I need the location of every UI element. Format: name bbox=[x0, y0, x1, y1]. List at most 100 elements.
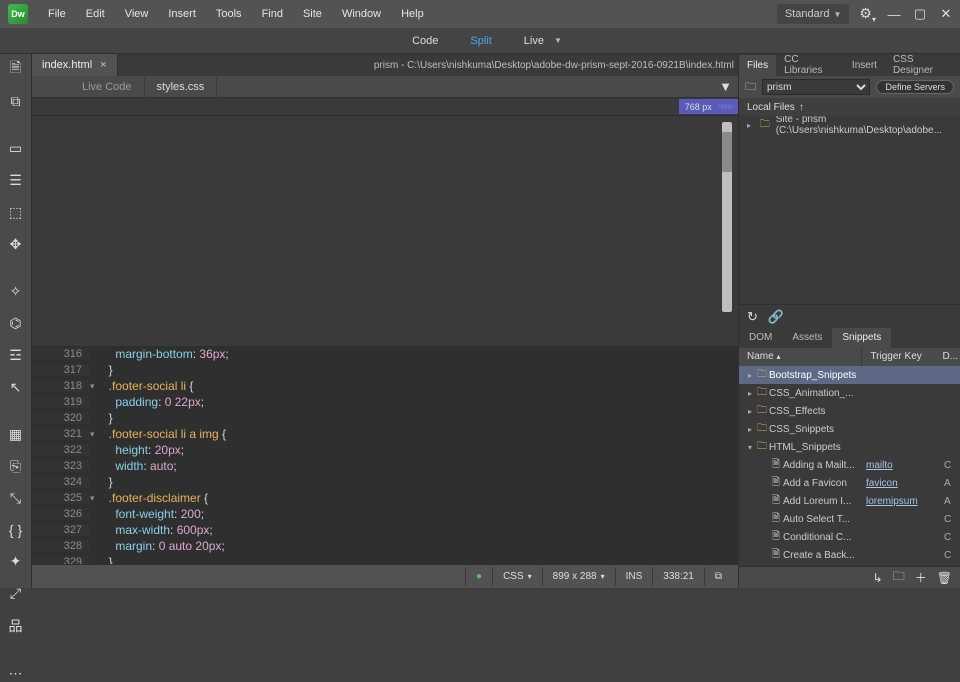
disclosure-triangle-icon[interactable]: ▾ bbox=[745, 443, 755, 452]
code-content[interactable]: } bbox=[100, 363, 113, 377]
local-files-header[interactable]: Local Files ↑ bbox=[739, 98, 960, 116]
code-content[interactable]: width: auto; bbox=[100, 459, 177, 473]
code-line[interactable]: 324 } bbox=[32, 474, 738, 490]
code-line[interactable]: 328 margin: 0 auto 20px; bbox=[32, 538, 738, 554]
code-line[interactable]: 329 } bbox=[32, 554, 738, 564]
document-tab[interactable]: index.html × bbox=[32, 54, 118, 76]
close-tab-icon[interactable]: × bbox=[100, 59, 106, 71]
snippet-row[interactable]: 🗎Auto Select T...C bbox=[739, 510, 960, 528]
code-editor[interactable]: 316 margin-bottom: 36px;317 }318▾ .foote… bbox=[32, 346, 738, 564]
define-servers-button[interactable]: Define Servers bbox=[876, 80, 954, 94]
disclosure-triangle-icon[interactable]: ▸ bbox=[745, 371, 755, 380]
site-root-row[interactable]: ▸ 🗀 Site - prism (C:\Users\nishkuma\Desk… bbox=[739, 116, 960, 134]
snippet-row[interactable]: 🗎Conditional C...C bbox=[739, 528, 960, 546]
code-content[interactable]: margin: 0 auto 20px; bbox=[100, 539, 225, 553]
filter-icon[interactable]: ▼ bbox=[719, 79, 732, 94]
insert-snippet-icon[interactable]: ↳ bbox=[873, 571, 883, 585]
disclosure-triangle-icon[interactable]: ▸ bbox=[745, 425, 755, 434]
col-trigger[interactable]: Trigger Key bbox=[862, 348, 940, 366]
tab-dom[interactable]: DOM bbox=[739, 328, 782, 348]
snippet-row[interactable]: 🗎Add a FaviconfaviconA bbox=[739, 474, 960, 492]
code-content[interactable]: .footer-social li { bbox=[100, 379, 193, 393]
fold-toggle-icon[interactable]: ▾ bbox=[90, 381, 100, 392]
image-icon[interactable]: ▦ bbox=[7, 426, 25, 443]
files-tree[interactable]: ▸ 🗀 Site - prism (C:\Users\nishkuma\Desk… bbox=[739, 116, 960, 304]
code-line[interactable]: 321▾ .footer-social li a img { bbox=[32, 426, 738, 442]
code-content[interactable]: height: 20px; bbox=[100, 443, 184, 457]
col-name[interactable]: Name ▴ bbox=[739, 348, 862, 366]
expand-icon[interactable]: ⤢ bbox=[7, 585, 25, 602]
chevron-down-icon[interactable]: ▼ bbox=[554, 36, 562, 45]
file-icon[interactable]: 🗎 bbox=[7, 60, 25, 78]
manage-icon[interactable]: ⧉ bbox=[7, 93, 25, 110]
menu-window[interactable]: Window bbox=[332, 2, 391, 26]
menu-find[interactable]: Find bbox=[252, 2, 293, 26]
snippets-folder-row[interactable]: ▸🗀Bootstrap_Snippets bbox=[739, 366, 960, 384]
snippets-folder-row[interactable]: ▸🗀CSS_Snippets bbox=[739, 420, 960, 438]
code-content[interactable]: .footer-social li a img { bbox=[100, 427, 226, 441]
device-preview-icon[interactable]: ⧉ bbox=[704, 567, 732, 586]
code-line[interactable]: 323 width: auto; bbox=[32, 458, 738, 474]
tab-insert[interactable]: Insert bbox=[844, 55, 885, 76]
snippets-folder-row[interactable]: ▸🗀CSS_Effects bbox=[739, 402, 960, 420]
view-code-button[interactable]: Code bbox=[398, 30, 452, 52]
snippets-folder-row[interactable]: ▸🗀CSS_Animation_... bbox=[739, 384, 960, 402]
scrollbar-thumb[interactable] bbox=[722, 132, 732, 172]
close-icon[interactable]: ✕ bbox=[940, 8, 952, 20]
code-content[interactable]: } bbox=[100, 555, 113, 564]
screen-icon[interactable]: ▭ bbox=[7, 140, 25, 157]
maximize-icon[interactable]: ▢ bbox=[914, 8, 926, 20]
link-icon[interactable]: ⎘ bbox=[7, 458, 25, 475]
snippet-row[interactable]: 🗎Create a Back...C bbox=[739, 546, 960, 564]
insert-mode[interactable]: INS bbox=[615, 567, 653, 586]
disclosure-triangle-icon[interactable]: ▸ bbox=[747, 121, 754, 130]
minimize-icon[interactable]: — bbox=[888, 8, 900, 20]
col-description[interactable]: D... bbox=[940, 348, 960, 366]
disclosure-triangle-icon[interactable]: ▸ bbox=[745, 389, 755, 398]
code-content[interactable]: max-width: 600px; bbox=[100, 523, 213, 537]
move-icon[interactable]: ⤡ bbox=[7, 490, 25, 507]
link-icon[interactable]: 🔗 bbox=[768, 309, 784, 325]
code-line[interactable]: 316 margin-bottom: 36px; bbox=[32, 346, 738, 362]
new-snippet-icon[interactable]: ＋ bbox=[915, 569, 927, 586]
snippet-row[interactable]: 🗎Add Loreum I...loremipsumA bbox=[739, 492, 960, 510]
code-content[interactable]: padding: 0 22px; bbox=[100, 395, 204, 409]
code-brackets-icon[interactable]: { } bbox=[7, 522, 25, 538]
fold-toggle-icon[interactable]: ▾ bbox=[90, 429, 100, 440]
code-line[interactable]: 320 } bbox=[32, 410, 738, 426]
dom-icon[interactable]: ⌬ bbox=[7, 315, 25, 332]
code-content[interactable]: } bbox=[100, 475, 113, 489]
snippet-row[interactable]: 🗎Adding a Mailt...mailtoC bbox=[739, 456, 960, 474]
refresh-icon[interactable]: ↻ bbox=[747, 309, 758, 325]
language-mode[interactable]: CSS▾ bbox=[492, 567, 542, 586]
stack-icon[interactable]: ☰ bbox=[7, 172, 25, 189]
code-content[interactable]: font-weight: 200; bbox=[100, 507, 204, 521]
viewport-size[interactable]: 899 x 288▾ bbox=[542, 567, 615, 586]
code-line[interactable]: 317 } bbox=[32, 362, 738, 378]
fold-toggle-icon[interactable]: ▾ bbox=[90, 493, 100, 504]
code-content[interactable]: } bbox=[100, 411, 113, 425]
list-icon[interactable]: ☲ bbox=[7, 347, 25, 364]
new-folder-icon[interactable]: 🗀 bbox=[893, 567, 905, 588]
sync-settings-icon[interactable]: ⚙▾ bbox=[859, 5, 876, 24]
sparkle-icon[interactable]: ✦ bbox=[7, 553, 25, 570]
disclosure-triangle-icon[interactable]: ▸ bbox=[745, 407, 755, 416]
cursor-icon[interactable]: ↖ bbox=[7, 379, 25, 396]
view-live-button[interactable]: Live bbox=[510, 30, 558, 52]
menu-edit[interactable]: Edit bbox=[76, 2, 115, 26]
code-line[interactable]: 327 max-width: 600px; bbox=[32, 522, 738, 538]
menu-insert[interactable]: Insert bbox=[158, 2, 206, 26]
linked-styles-tab[interactable]: styles.css bbox=[145, 77, 218, 97]
more-icon[interactable]: ⋯ bbox=[7, 665, 25, 682]
hierarchy-icon[interactable]: 品 bbox=[7, 617, 25, 635]
tab-assets[interactable]: Assets bbox=[782, 328, 832, 348]
site-selector[interactable]: prism bbox=[762, 79, 870, 95]
code-content[interactable]: margin-bottom: 36px; bbox=[100, 347, 229, 361]
menu-file[interactable]: File bbox=[38, 2, 76, 26]
code-line[interactable]: 318▾ .footer-social li { bbox=[32, 378, 738, 394]
view-split-button[interactable]: Split bbox=[456, 30, 505, 52]
menu-tools[interactable]: Tools bbox=[206, 2, 252, 26]
workspace-switcher[interactable]: Standard ▼ bbox=[777, 4, 850, 24]
code-content[interactable]: .footer-disclaimer { bbox=[100, 491, 208, 505]
code-line[interactable]: 322 height: 20px; bbox=[32, 442, 738, 458]
